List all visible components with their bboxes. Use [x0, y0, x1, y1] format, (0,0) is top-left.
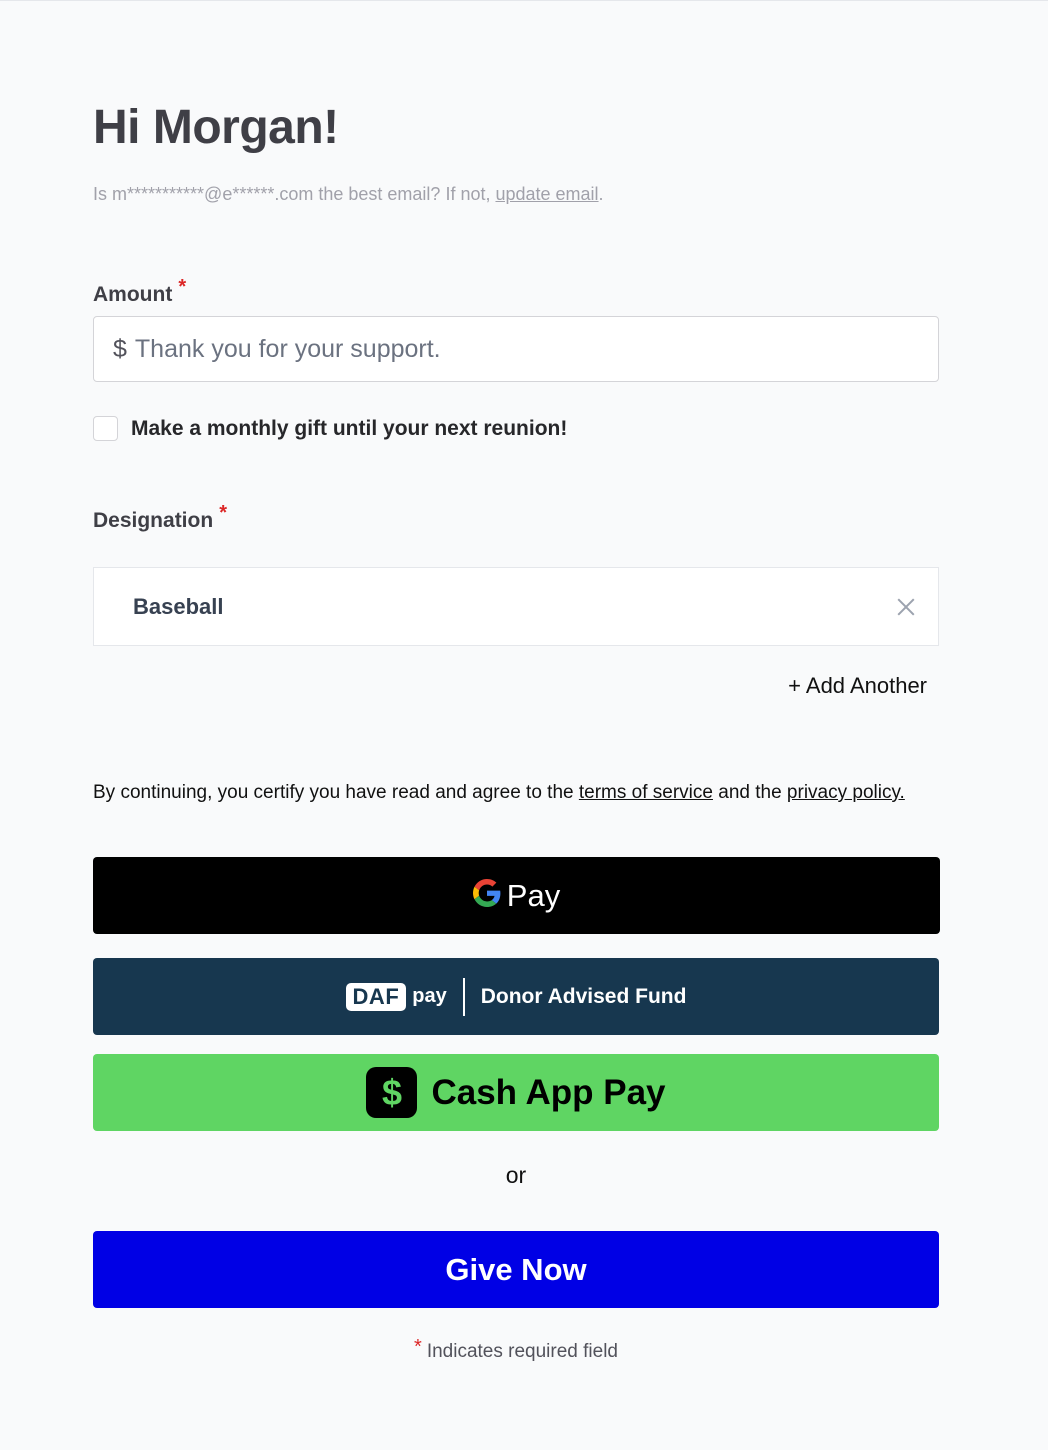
daf-label: Donor Advised Fund: [480, 984, 687, 1008]
google-pay-label: Pay: [506, 877, 561, 913]
required-note-text: Indicates required field: [426, 1341, 618, 1362]
cash-app-label: Cash App Pay: [431, 1072, 666, 1112]
daf-divider: [462, 977, 465, 1016]
required-star: *: [178, 276, 187, 298]
required-field-note: * Indicates required field: [93, 1336, 939, 1363]
terms-notice: By continuing, you certify you have read…: [93, 780, 940, 806]
email-note-suffix: .: [598, 184, 604, 204]
required-star: *: [219, 502, 227, 524]
terms-text: By continuing, you certify you have read…: [93, 782, 579, 803]
cash-app-symbol: $: [381, 1071, 402, 1113]
cash-app-icon: $: [366, 1067, 418, 1118]
monthly-gift-label[interactable]: Make a monthly gift until your next reun…: [131, 417, 567, 441]
cash-app-pay-button[interactable]: $ Cash App Pay: [93, 1054, 939, 1131]
monthly-gift-checkbox[interactable]: [93, 416, 118, 441]
or-divider-text: or: [505, 1162, 527, 1188]
close-icon[interactable]: [896, 597, 916, 617]
email-note: Is m***********@e******.com the best ema…: [93, 184, 604, 205]
amount-field[interactable]: $: [93, 316, 939, 382]
email-note-text: Is m***********@e******.com the best ema…: [93, 184, 496, 204]
designation-field[interactable]: Baseball: [93, 567, 939, 646]
donation-page: Hi Morgan! Is m***********@e******.com t…: [0, 0, 1048, 1450]
google-g-icon: [472, 879, 501, 912]
daf-pay-button[interactable]: DAF pay Donor Advised Fund: [93, 958, 939, 1035]
amount-label-text: Amount: [93, 283, 173, 306]
daf-pay-text: pay: [412, 985, 447, 1007]
designation-label: Designation *: [93, 502, 227, 533]
amount-label: Amount *: [93, 276, 186, 307]
required-star: *: [414, 1336, 422, 1358]
terms-middle-text: and the: [712, 782, 787, 803]
update-email-link[interactable]: update email: [495, 184, 598, 204]
add-another-button[interactable]: + Add Another: [788, 673, 927, 699]
daf-logo: DAF: [345, 982, 407, 1011]
designation-value: Baseball: [133, 593, 224, 619]
terms-of-service-link[interactable]: terms of service: [579, 782, 713, 803]
google-pay-button[interactable]: Pay: [93, 857, 940, 934]
page-title: Hi Morgan!: [93, 101, 339, 154]
designation-label-text: Designation: [93, 509, 214, 532]
give-now-button[interactable]: Give Now: [93, 1231, 939, 1308]
currency-symbol: $: [113, 334, 127, 363]
amount-input[interactable]: [134, 334, 938, 364]
privacy-policy-link[interactable]: privacy policy.: [787, 782, 905, 803]
monthly-gift-row[interactable]: Make a monthly gift until your next reun…: [93, 416, 567, 441]
